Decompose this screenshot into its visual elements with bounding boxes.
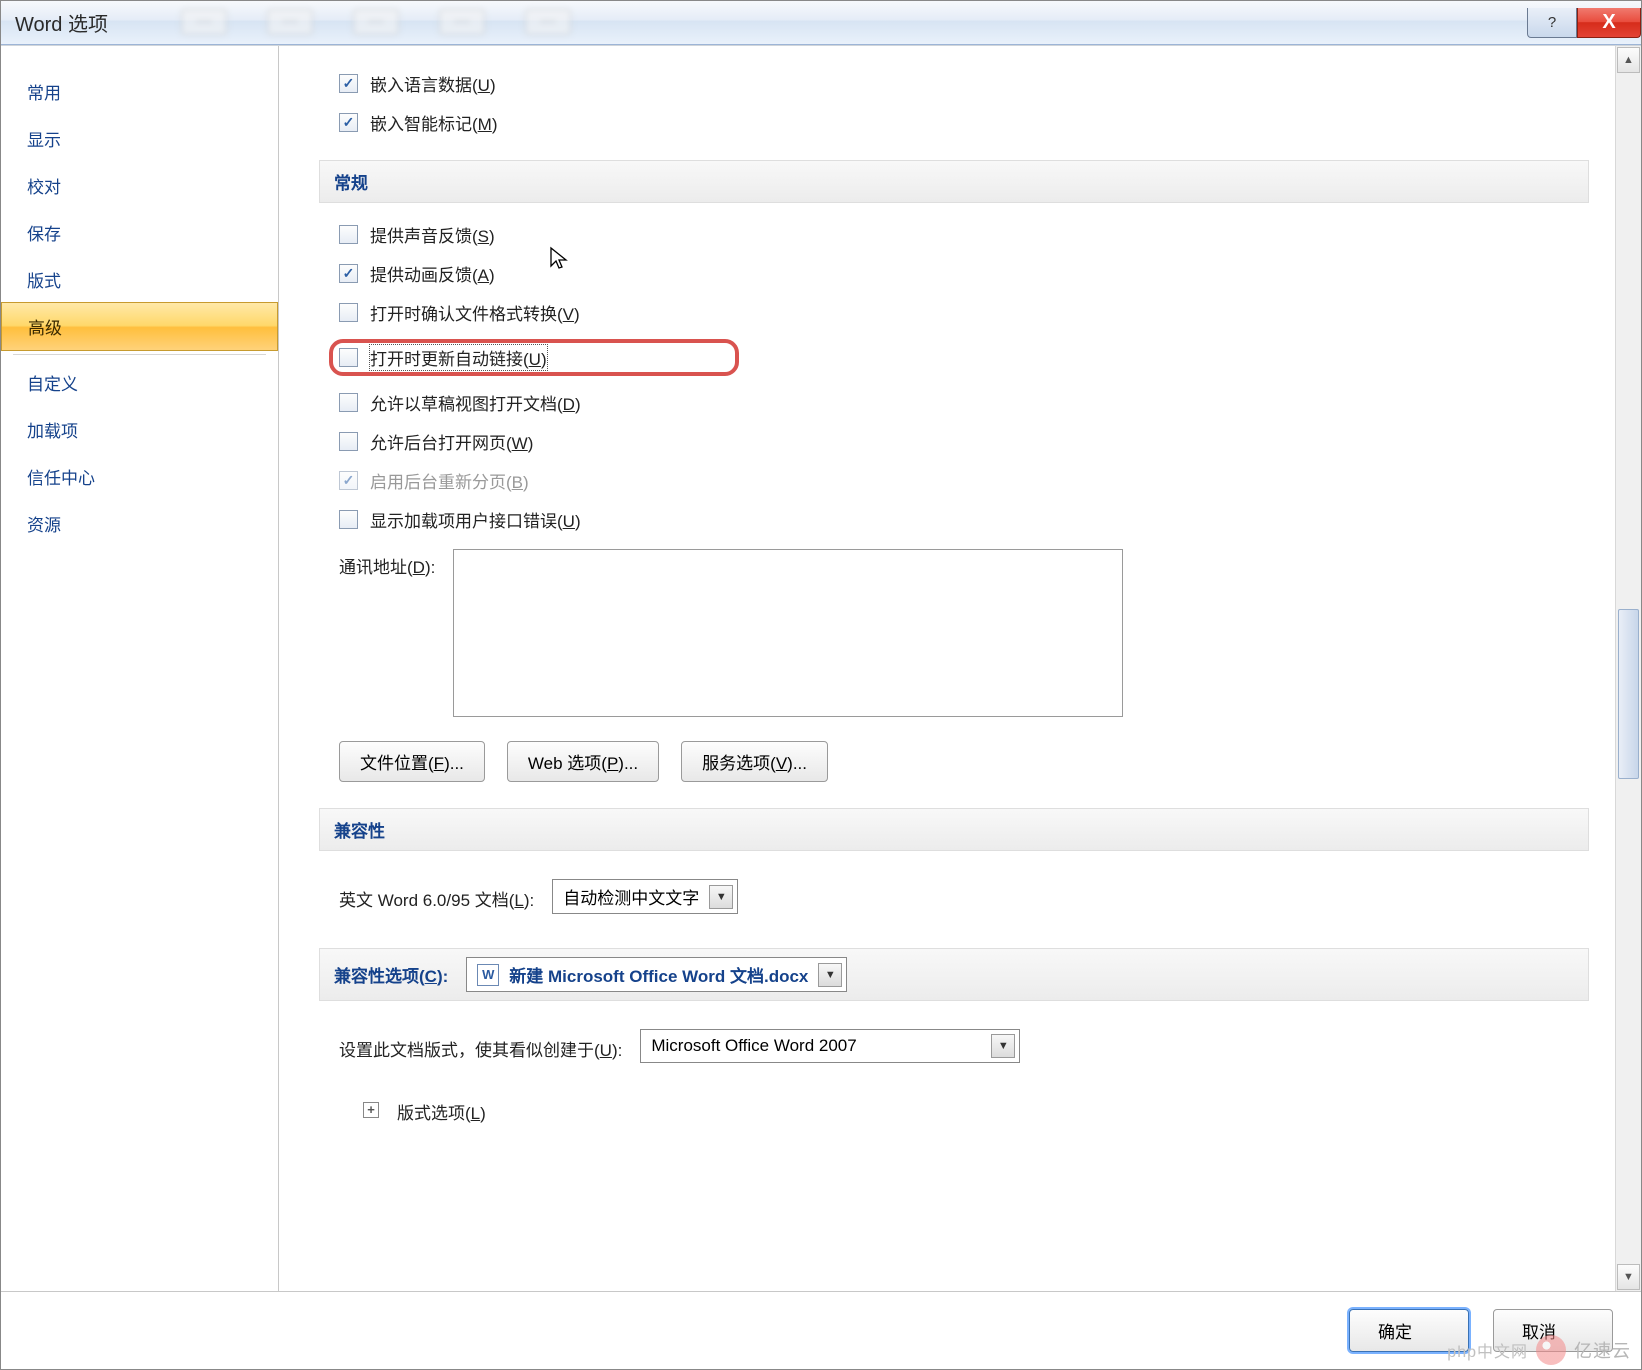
scroll-thumb[interactable] [1618,609,1639,779]
sidebar-item-save[interactable]: 保存 [1,209,278,256]
embed-smarttags-row: 嵌入智能标记(M) [319,103,1589,142]
addin-errors-row: 显示加载项用户接口错误(U) [319,500,1589,539]
anim-feedback-checkbox[interactable] [339,264,358,283]
bg-repaginate-row: 启用后台重新分页(B) [319,461,1589,500]
bg-repaginate-label: 启用后台重新分页(B) [370,468,529,493]
sound-feedback-label: 提供声音反馈(S) [370,222,495,247]
mailing-address-input[interactable] [453,549,1123,717]
background-blur: ··············· [181,5,1421,39]
dialog-body: 常用 显示 校对 保存 版式 高级 自定义 加载项 信任中心 资源 嵌入语言数据… [1,45,1641,1291]
scroll-area: 嵌入语言数据(U) 嵌入智能标记(M) 常规 提供声音反馈(S) [279,46,1615,1291]
confirm-conversion-label: 打开时确认文件格式转换(V) [370,300,580,325]
layout-as-row: 设置此文档版式，使其看似创建于(U): Microsoft Office Wor… [319,1013,1589,1079]
sound-feedback-row: 提供声音反馈(S) [319,215,1589,254]
cursor-icon [549,246,569,270]
sound-feedback-checkbox[interactable] [339,225,358,244]
eng-word-label: 英文 Word 6.0/95 文档(L): [339,882,534,911]
sidebar-separator [13,354,266,355]
eng-word-select[interactable]: 自动检测中文文字 ▼ [552,879,738,914]
layout-as-select[interactable]: Microsoft Office Word 2007 ▼ [640,1029,1020,1063]
embed-language-row: 嵌入语言数据(U) [319,64,1589,103]
confirm-conversion-checkbox[interactable] [339,303,358,322]
layout-as-label: 设置此文档版式，使其看似创建于(U): [339,1032,622,1061]
sidebar-item-advanced[interactable]: 高级 [1,302,278,351]
sidebar-item-layout[interactable]: 版式 [1,256,278,303]
category-sidebar: 常用 显示 校对 保存 版式 高级 自定义 加载项 信任中心 资源 [1,46,279,1291]
dialog-footer: 确定 取消 [1,1291,1641,1369]
compat-options-label: 兼容性选项(C): [334,962,448,987]
draft-view-label: 允许以草稿视图打开文档(D) [370,390,581,415]
mailing-address-label: 通讯地址(D): [339,549,435,578]
mailing-address-row: 通讯地址(D): [319,539,1589,727]
scroll-up-icon[interactable]: ▲ [1617,47,1640,73]
sidebar-item-addins[interactable]: 加载项 [1,406,278,453]
vertical-scrollbar[interactable]: ▲ ▼ [1615,46,1641,1291]
embed-smarttags-label: 嵌入智能标记(M) [370,110,498,135]
section-compat-options: 兼容性选项(C): W 新建 Microsoft Office Word 文档.… [319,948,1589,1001]
section-compatibility: 兼容性 [319,808,1589,851]
close-button[interactable]: X [1577,8,1641,38]
draft-view-checkbox[interactable] [339,393,358,412]
bg-web-row: 允许后台打开网页(W) [319,422,1589,461]
compat-doc-select[interactable]: W 新建 Microsoft Office Word 文档.docx ▼ [466,957,847,992]
titlebar: Word 选项 ··············· ? X [1,1,1641,45]
update-autolinks-checkbox[interactable] [339,348,358,367]
layout-options-label[interactable]: 版式选项(L) [397,1095,486,1124]
update-autolinks-label: 打开时更新自动链接(U) [370,345,547,370]
layout-options-row: + 版式选项(L) [319,1079,1589,1140]
anim-feedback-label: 提供动画反馈(A) [370,261,495,286]
cancel-button[interactable]: 取消 [1493,1309,1613,1352]
highlight-box: 打开时更新自动链接(U) [329,339,739,376]
chevron-down-icon[interactable]: ▼ [991,1034,1015,1058]
embed-smarttags-checkbox[interactable] [339,113,358,132]
scroll-down-icon[interactable]: ▼ [1617,1264,1640,1290]
bg-web-label: 允许后台打开网页(W) [370,429,533,454]
eng-word-value: 自动检测中文文字 [563,884,699,909]
window-buttons: ? X [1527,8,1641,38]
eng-word-row: 英文 Word 6.0/95 文档(L): 自动检测中文文字 ▼ [319,863,1589,930]
update-autolinks-row: 打开时更新自动链接(U) [319,332,1589,383]
file-locations-button[interactable]: 文件位置(F)... [339,741,485,782]
sidebar-item-resources[interactable]: 资源 [1,500,278,547]
chevron-down-icon[interactable]: ▼ [818,963,842,987]
word-doc-icon: W [477,964,499,986]
web-options-button[interactable]: Web 选项(P)... [507,741,659,782]
sidebar-item-common[interactable]: 常用 [1,68,278,115]
help-button[interactable]: ? [1527,8,1577,38]
bg-repaginate-checkbox [339,471,358,490]
general-buttons: 文件位置(F)... Web 选项(P)... 服务选项(V)... [319,727,1589,790]
layout-as-value: Microsoft Office Word 2007 [651,1036,856,1056]
anim-feedback-row: 提供动画反馈(A) [319,254,1589,293]
chevron-down-icon[interactable]: ▼ [709,885,733,909]
addin-errors-label: 显示加载项用户接口错误(U) [370,507,581,532]
draft-view-row: 允许以草稿视图打开文档(D) [319,383,1589,422]
sidebar-item-proofing[interactable]: 校对 [1,162,278,209]
addin-errors-checkbox[interactable] [339,510,358,529]
options-dialog: Word 选项 ··············· ? X 常用 显示 校对 保存 … [0,0,1642,1370]
compat-doc-value: 新建 Microsoft Office Word 文档.docx [509,962,808,987]
content-pane: 嵌入语言数据(U) 嵌入智能标记(M) 常规 提供声音反馈(S) [279,46,1641,1291]
sidebar-item-customize[interactable]: 自定义 [1,359,278,406]
scroll-track[interactable] [1618,74,1639,1263]
expand-icon[interactable]: + [363,1102,379,1118]
ok-button[interactable]: 确定 [1349,1309,1469,1352]
confirm-conversion-row: 打开时确认文件格式转换(V) [319,293,1589,332]
bg-web-checkbox[interactable] [339,432,358,451]
service-options-button[interactable]: 服务选项(V)... [681,741,828,782]
embed-language-checkbox[interactable] [339,74,358,93]
window-title: Word 选项 [15,8,108,37]
sidebar-item-display[interactable]: 显示 [1,115,278,162]
sidebar-item-trust[interactable]: 信任中心 [1,453,278,500]
embed-language-label: 嵌入语言数据(U) [370,71,496,96]
section-general: 常规 [319,160,1589,203]
